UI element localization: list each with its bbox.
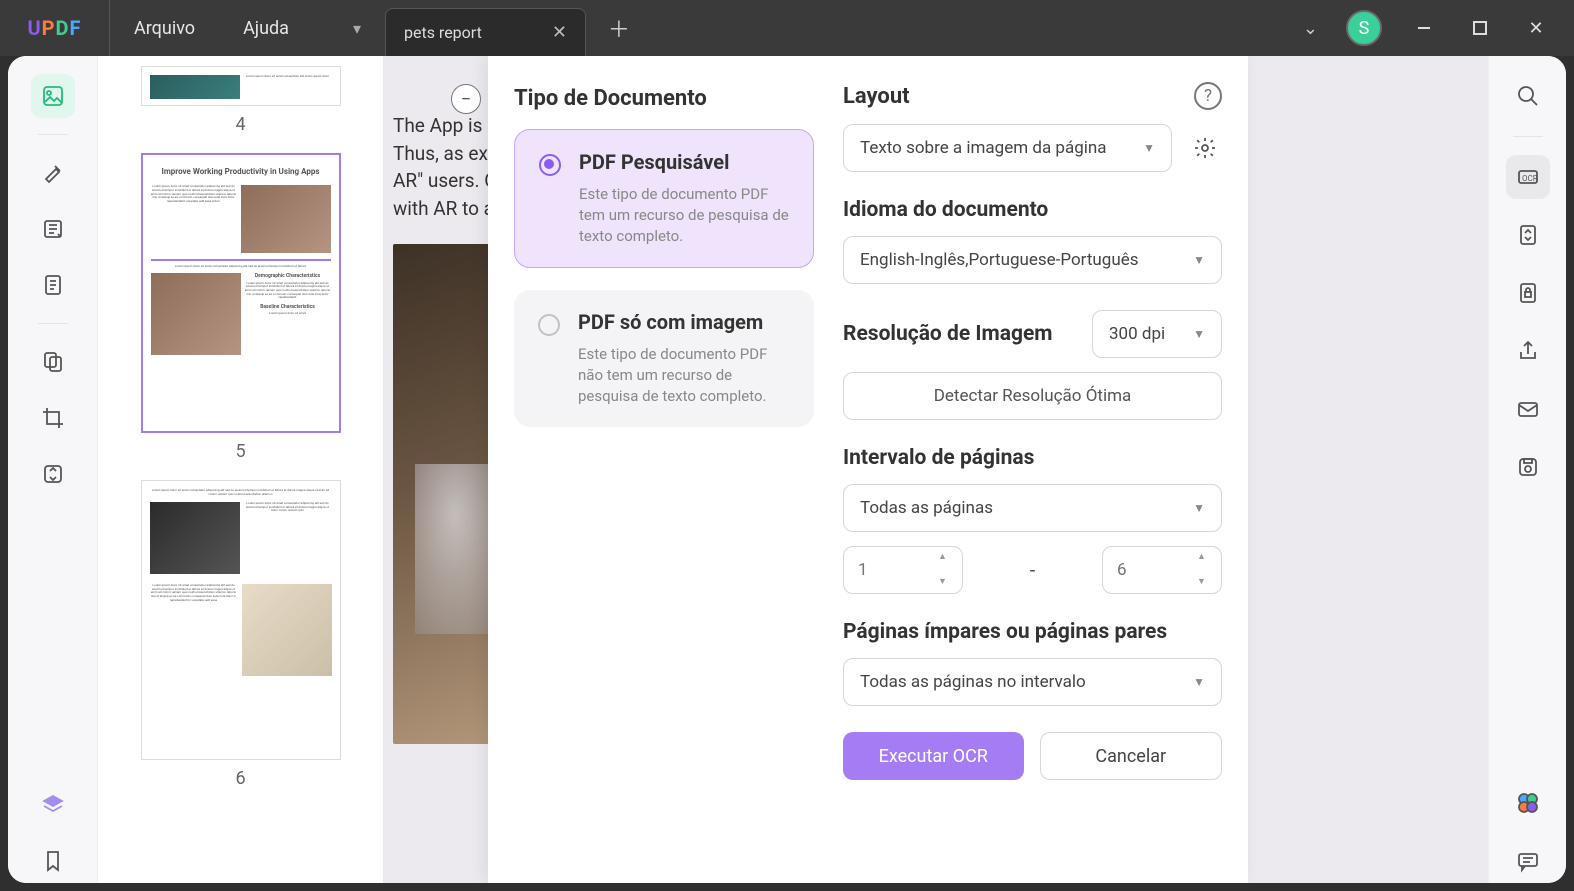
doctype-searchable-desc: Este tipo de documento PDF tem um recurs… <box>579 184 789 247</box>
range-from-input[interactable]: ▲▼ <box>843 546 963 594</box>
thumbnails-panel[interactable]: Lorem ipsum dolor sit amet consectetur e… <box>98 56 383 883</box>
execute-ocr-button[interactable]: Executar OCR <box>843 732 1024 780</box>
ocr-settings: Layout ? Texto sobre a imagem da página▼… <box>843 82 1222 865</box>
page-range-label: Intervalo de páginas <box>843 446 1222 470</box>
resolution-label: Resolução de Imagem <box>843 322 1053 346</box>
page-range-select[interactable]: Todas as páginas▼ <box>843 484 1222 532</box>
left-toolbar <box>8 56 98 883</box>
compress-tool[interactable] <box>31 452 75 496</box>
svg-text:OCR: OCR <box>1522 174 1538 183</box>
protect-tool[interactable] <box>1506 271 1550 315</box>
maximize-button[interactable] <box>1466 14 1494 42</box>
layers-tool[interactable] <box>31 783 75 827</box>
language-select[interactable]: English-Inglês,Portuguese-Português▼ <box>843 236 1222 284</box>
spin-up-icon[interactable]: ▲ <box>938 553 956 562</box>
comment-icon[interactable] <box>1506 839 1550 883</box>
close-tab-icon[interactable]: ✕ <box>552 22 567 43</box>
app-logo: UPDF <box>0 0 110 56</box>
crop-tool[interactable] <box>31 396 75 440</box>
tab-pets-report[interactable]: pets report ✕ <box>385 8 586 56</box>
doctype-searchable[interactable]: PDF Pesquisável Este tipo de documento P… <box>514 129 814 268</box>
edit-text-tool[interactable] <box>31 207 75 251</box>
ocr-panel: Tipo de Documento PDF Pesquisável Este t… <box>488 56 1248 883</box>
thumbnail-6[interactable]: Lorem ipsum dolor sit amet consectetur a… <box>138 480 343 789</box>
bookmark-tool[interactable] <box>31 839 75 883</box>
doctype-searchable-name: PDF Pesquisável <box>579 150 789 174</box>
organize-tool[interactable] <box>31 340 75 384</box>
layout-label: Layout <box>843 84 910 109</box>
search-icon[interactable] <box>1506 74 1550 118</box>
odd-even-select[interactable]: Todas as páginas no intervalo▼ <box>843 658 1222 706</box>
radio-on-icon <box>539 154 561 176</box>
spin-up-icon[interactable]: ▲ <box>1197 553 1215 562</box>
app-body: Lorem ipsum dolor sit amet consectetur e… <box>8 56 1566 883</box>
collapse-button[interactable]: − <box>451 84 481 114</box>
odd-even-label: Páginas ímpares ou páginas pares <box>843 620 1222 644</box>
ai-assistant-icon[interactable] <box>1506 781 1550 825</box>
resolution-select[interactable]: 300 dpi▼ <box>1092 310 1222 358</box>
tab-list-dropdown[interactable]: ▾ <box>343 14 371 42</box>
thumbnail-5[interactable]: Improve Working Productivity in Using Ap… <box>138 153 343 462</box>
document-viewport[interactable]: − The App is n Thus, as exp AR" users. O… <box>383 56 1488 883</box>
window-controls: ⌄ S ✕ <box>1303 10 1574 46</box>
menu-help[interactable]: Ajuda <box>219 18 313 39</box>
tab-strip: ▾ pets report ✕ ＋ <box>343 0 630 56</box>
page-tool[interactable] <box>31 263 75 307</box>
doctype-image-only-desc: Este tipo de documento PDF não tem um re… <box>578 344 790 407</box>
doctype-heading: Tipo de Documento <box>514 86 814 111</box>
mail-icon[interactable] <box>1506 387 1550 431</box>
right-toolbar: OCR <box>1488 56 1566 883</box>
gear-icon[interactable] <box>1188 131 1222 165</box>
highlight-tool[interactable] <box>31 151 75 195</box>
thumb-label-5: 5 <box>138 441 343 462</box>
minimize-button[interactable] <box>1410 14 1438 42</box>
language-label: Idioma do documento <box>843 198 1222 222</box>
thumbnail-4[interactable]: Lorem ipsum dolor sit amet consectetur e… <box>138 66 343 135</box>
radio-off-icon <box>538 314 560 336</box>
range-to-input[interactable]: ▲▼ <box>1102 546 1222 594</box>
thumb-label-4: 4 <box>138 114 343 135</box>
cancel-button[interactable]: Cancelar <box>1040 732 1223 780</box>
close-window-button[interactable]: ✕ <box>1522 14 1550 42</box>
doctype-image-only-name: PDF só com imagem <box>578 310 790 334</box>
chevron-down-icon[interactable]: ⌄ <box>1303 18 1318 39</box>
new-tab-button[interactable]: ＋ <box>608 12 630 44</box>
ocr-tool[interactable]: OCR <box>1506 155 1550 199</box>
convert-tool[interactable] <box>1506 213 1550 257</box>
spin-down-icon[interactable]: ▼ <box>938 578 956 587</box>
thumbnails-tool[interactable] <box>31 74 75 118</box>
save-tool[interactable] <box>1506 445 1550 489</box>
titlebar: UPDF Arquivo Ajuda ▾ pets report ✕ ＋ ⌄ S… <box>0 0 1574 56</box>
doctype-image-only[interactable]: PDF só com imagem Este tipo de documento… <box>514 290 814 427</box>
help-icon[interactable]: ? <box>1194 82 1222 110</box>
range-separator: - <box>1030 558 1036 582</box>
thumb-label-6: 6 <box>138 768 343 789</box>
menu-file[interactable]: Arquivo <box>110 18 219 39</box>
detect-resolution-button[interactable]: Detectar Resolução Ótima <box>843 372 1222 420</box>
spin-down-icon[interactable]: ▼ <box>1197 578 1215 587</box>
layout-select[interactable]: Texto sobre a imagem da página▼ <box>843 124 1172 172</box>
share-icon[interactable] <box>1506 329 1550 373</box>
tab-title: pets report <box>404 23 482 42</box>
user-avatar[interactable]: S <box>1346 10 1382 46</box>
